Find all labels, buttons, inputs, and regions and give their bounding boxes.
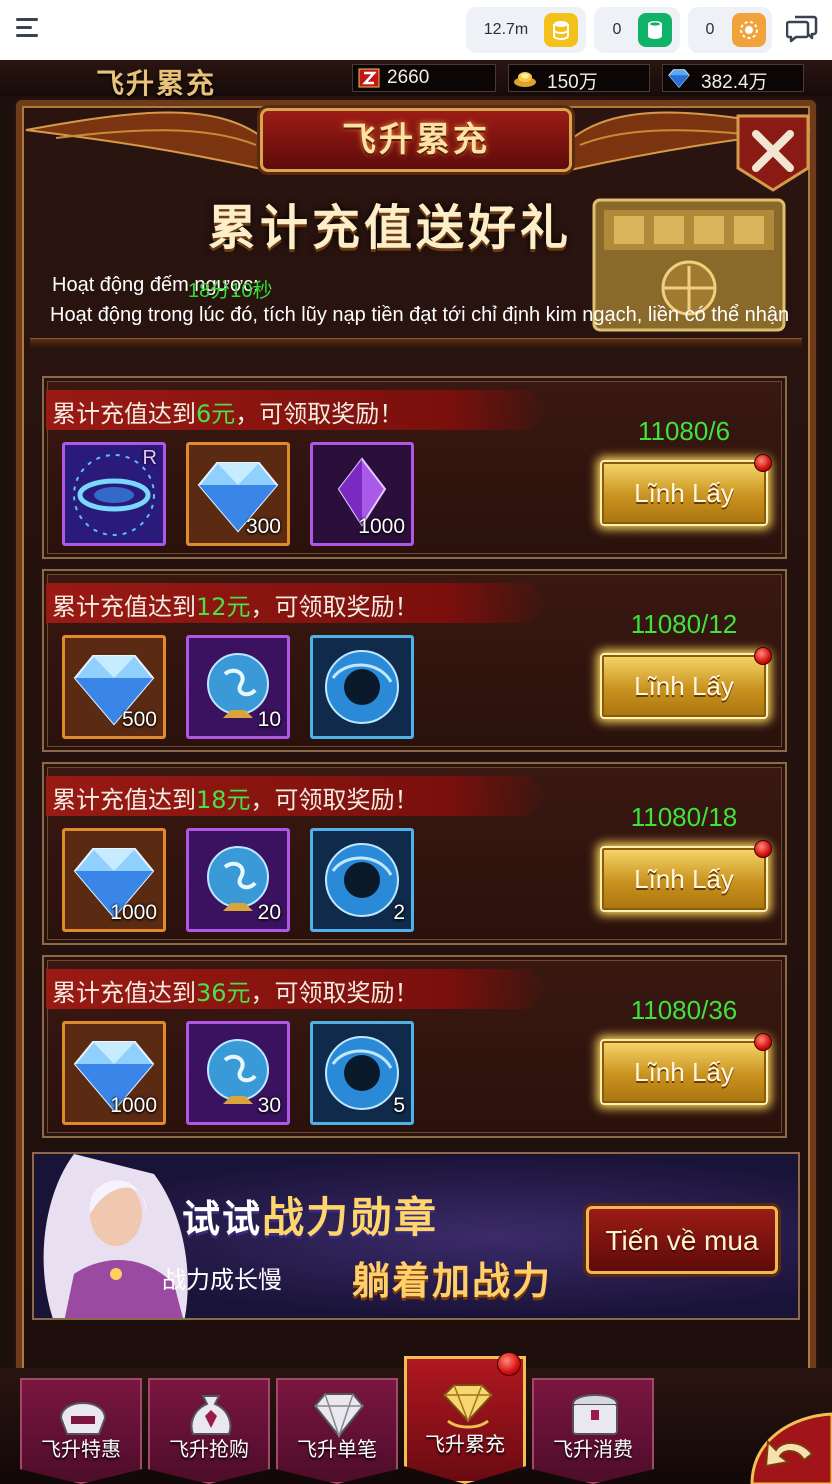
item-quantity: 30	[257, 1094, 281, 1117]
reward-row: 累计充值达到36元，可领取奖励！ 1000 30 5 11080/36 Lĩnh…	[42, 955, 787, 1138]
claim-button-label: Lĩnh Lấy	[634, 478, 734, 508]
row-condition: 累计充值达到18元，可领取奖励！	[52, 786, 419, 814]
item-rank: R	[142, 447, 157, 469]
item-quantity: 300	[245, 515, 281, 538]
row-condition: 累计充值达到6元，可领取奖励！	[52, 400, 404, 428]
notification-dot	[754, 454, 772, 472]
notification-dot	[754, 1033, 772, 1051]
event-name: 飞升累充	[96, 67, 217, 100]
item-quantity: 20	[257, 901, 281, 924]
reward-item[interactable]: 10	[186, 635, 290, 739]
reward-item[interactable]: 500	[62, 635, 166, 739]
progress-text: 11080/6	[637, 416, 731, 446]
stamina-value: 2660	[387, 67, 430, 88]
diamond-icon	[668, 69, 690, 88]
event-description: Hoạt động trong lúc đó, tích lũy nạp tiề…	[50, 304, 790, 326]
notification-dot	[754, 647, 772, 665]
tab-label: 飞升特惠	[41, 1437, 121, 1461]
row-condition: 累计充值达到36元，可领取奖励！	[52, 979, 419, 1007]
reward-item[interactable]: 20	[186, 828, 290, 932]
return-arrow-icon	[750, 1412, 832, 1484]
banner-subline: 战力成长慢	[162, 1266, 282, 1294]
claim-button-label: Lĩnh Lấy	[634, 671, 734, 701]
reward-item[interactable]: 30	[186, 1021, 290, 1125]
promo-banner[interactable]: 试试战力勋章 战力成长慢 躺着加战力 Tiến về mua	[32, 1152, 800, 1320]
banner-slogan: 躺着加战力	[352, 1259, 553, 1303]
reward-item[interactable]: R	[62, 442, 166, 546]
countdown-line: Hoạt động đếm ngược: 18分10秒	[52, 274, 273, 302]
promo-title: 累计充值送好礼	[207, 200, 572, 256]
gold-coins-icon	[544, 13, 578, 47]
reward-item[interactable]: 1000	[310, 442, 414, 546]
item-quantity: 5	[393, 1094, 405, 1117]
row-condition: 累计充值达到12元，可领取奖励！	[52, 593, 419, 621]
reward-item[interactable]: 2	[310, 828, 414, 932]
stamina-icon	[358, 68, 380, 88]
app-top-bar: 12.7m 0 0	[0, 0, 832, 60]
item-quantity: 1000	[110, 901, 157, 924]
orange-flower-icon	[732, 13, 766, 47]
gold-value: 150万	[547, 72, 598, 93]
claim-button[interactable]: Lĩnh Lấy	[600, 1033, 772, 1105]
progress-text: 11080/12	[630, 609, 738, 639]
diamond-value: 382.4万	[701, 72, 768, 93]
gold-box: 150万	[508, 64, 650, 93]
currency-pill-coins[interactable]: 12.7m	[466, 7, 586, 53]
back-button[interactable]	[722, 1410, 832, 1484]
item-quantity: 1000	[110, 1094, 157, 1117]
go-buy-button[interactable]: Tiến về mua	[586, 1206, 778, 1274]
diamond-box: 382.4万	[662, 64, 804, 93]
menu-icon[interactable]	[16, 16, 44, 40]
claim-button[interactable]: Lĩnh Lấy	[600, 840, 772, 912]
panel-divider	[30, 338, 802, 348]
reward-row: 累计充值达到6元，可领取奖励！ R 300 1000 11080/6 Lĩnh …	[42, 376, 787, 559]
currency-pill-green[interactable]: 0	[594, 7, 680, 53]
tab-label: 飞升消费	[553, 1437, 633, 1461]
chat-icon[interactable]	[785, 14, 818, 44]
tab-ascend-special[interactable]: 飞升特惠	[20, 1378, 142, 1484]
countdown-value: 18分10秒	[188, 280, 273, 302]
currency-green-value: 0	[612, 21, 622, 38]
banner-headline: 试试战力勋章	[182, 1193, 439, 1242]
green-cylinder-icon	[638, 13, 672, 47]
resource-strip: 飞升累充 2660 150万 382.4万	[0, 60, 832, 100]
tab-ascend-rush[interactable]: 飞升抢购	[148, 1378, 270, 1484]
item-quantity: 2	[393, 901, 405, 924]
currency-orange-value: 0	[705, 21, 715, 38]
reward-item[interactable]	[310, 635, 414, 739]
panel-title: 飞升累充	[342, 120, 490, 160]
gem-stack-icon	[442, 1384, 494, 1429]
item-quantity: 1000	[358, 515, 405, 538]
claim-button-label: Lĩnh Lấy	[634, 864, 734, 894]
tab-label: 飞升累充	[425, 1432, 505, 1456]
tab-ascend-spend[interactable]: 飞升消费	[532, 1378, 654, 1484]
item-quantity: 10	[257, 708, 281, 731]
gold-ingot-icon	[514, 72, 536, 87]
reward-row: 累计充值达到12元，可领取奖励！ 500 10 11080/12 Lĩnh Lấ…	[42, 569, 787, 752]
heroine-portrait	[43, 1154, 188, 1318]
progress-text: 11080/18	[630, 802, 738, 832]
currency-coins-value: 12.7m	[483, 21, 529, 38]
claim-button-label: Lĩnh Lấy	[634, 1057, 734, 1087]
notification-dot	[754, 840, 772, 858]
stamina-box: 2660	[352, 64, 496, 92]
go-buy-button-label: Tiến về mua	[605, 1225, 759, 1256]
currency-pill-orange[interactable]: 0	[688, 7, 772, 53]
tab-label: 飞升抢购	[169, 1437, 249, 1461]
notification-dot	[497, 1352, 521, 1376]
progress-text: 11080/36	[630, 995, 738, 1025]
reward-item[interactable]: 1000	[62, 1021, 166, 1125]
reward-item[interactable]: 1000	[62, 828, 166, 932]
blue-orb-icon	[313, 638, 411, 736]
reward-item[interactable]: 5	[310, 1021, 414, 1125]
reward-item[interactable]: 300	[186, 442, 290, 546]
left-wing-ornament	[25, 111, 267, 172]
item-quantity: 500	[121, 708, 157, 731]
tab-label: 飞升单笔	[297, 1437, 377, 1461]
reward-row: 累计充值达到18元，可领取奖励！ 1000 20 2 11080/18 Lĩnh…	[42, 762, 787, 945]
claim-button[interactable]: Lĩnh Lấy	[600, 647, 772, 719]
claim-button[interactable]: Lĩnh Lấy	[600, 454, 772, 526]
tab-ascend-single[interactable]: 飞升单笔	[276, 1378, 398, 1484]
game-area: 飞升累充 2660 150万 382.4万 飞升累充 累计充值送好礼 Hoạt …	[0, 60, 832, 1484]
